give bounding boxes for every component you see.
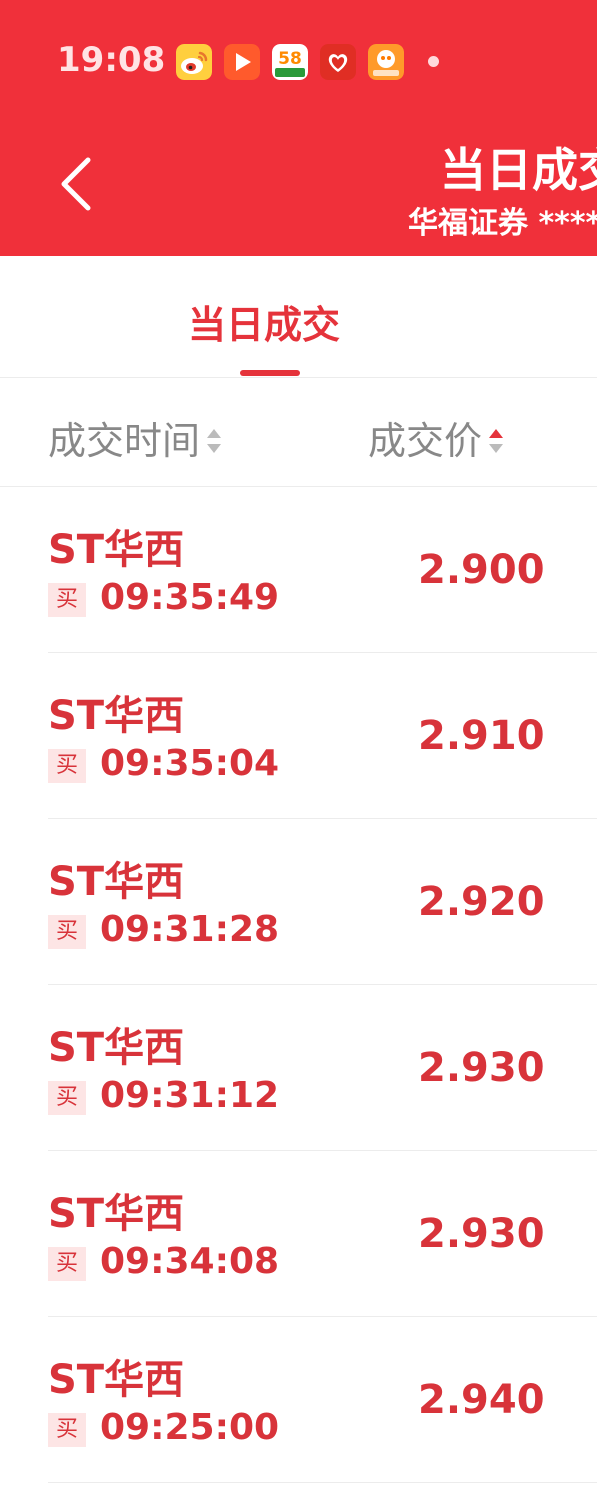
trade-side-badge: 买	[48, 1413, 86, 1447]
trade-time: 09:35:49	[100, 577, 280, 618]
video-player-app-icon	[224, 44, 260, 80]
trade-row[interactable]: ST华西 买 09:31:12 2.930	[48, 985, 597, 1151]
trade-time: 09:25:00	[100, 1407, 280, 1448]
stock-name: ST华西	[48, 527, 185, 573]
notification-dot	[428, 56, 439, 67]
column-header-trade-time-label: 成交时间	[48, 419, 201, 463]
pinduoduo-app-icon	[320, 44, 356, 80]
trade-side-badge: 买	[48, 1247, 86, 1281]
column-header-trade-price-label: 成交价	[368, 419, 483, 463]
stock-name: ST华西	[48, 693, 185, 739]
sort-neutral-icon	[207, 428, 222, 453]
trade-row[interactable]: ST华西 买 09:35:49 2.900	[48, 487, 597, 653]
chevron-left-icon	[61, 157, 91, 211]
status-time: 19:08	[57, 40, 166, 80]
trade-price: 2.930	[418, 1045, 545, 1091]
header-bar: 19:08 58 当日成 华福证券 ****	[0, 0, 597, 256]
svg-text:58: 58	[278, 49, 302, 69]
trade-time: 09:34:08	[100, 1241, 280, 1282]
trade-price: 2.920	[418, 879, 545, 925]
tab-bar: 当日成交	[0, 256, 597, 378]
trade-side-badge: 买	[48, 583, 86, 617]
trade-row[interactable]: ST华西 买 09:34:08 2.930	[48, 1151, 597, 1317]
page-title: 当日成交	[440, 143, 597, 197]
trade-price: 2.930	[418, 1211, 545, 1257]
tab-todays-trades[interactable]: 当日成交	[188, 294, 340, 349]
stock-name: ST华西	[48, 1191, 185, 1237]
trade-row[interactable]: ST华西 买 09:31:28 2.920	[48, 819, 597, 985]
trade-side-badge: 买	[48, 915, 86, 949]
broker-account-subtitle: 华福证券 ****	[408, 206, 597, 241]
trade-price: 2.900	[418, 547, 545, 593]
column-header-trade-time[interactable]: 成交时间	[48, 410, 222, 465]
tab-active-indicator	[240, 370, 300, 376]
trade-time: 09:31:28	[100, 909, 280, 950]
trade-price: 2.910	[418, 713, 545, 759]
service-festival-app-icon	[368, 44, 404, 80]
trade-row[interactable]: ST华西 买 09:25:00 2.940	[48, 1317, 597, 1483]
trade-side-badge: 买	[48, 1081, 86, 1115]
trade-side-badge: 买	[48, 749, 86, 783]
trade-list: ST华西 买 09:35:49 2.900 ST华西 买 09:35:04 2.…	[48, 487, 597, 1483]
back-button[interactable]	[50, 150, 102, 218]
stock-name: ST华西	[48, 859, 185, 905]
58-app-icon: 58	[272, 44, 308, 80]
trade-time: 09:31:12	[100, 1075, 280, 1116]
stock-name: ST华西	[48, 1025, 185, 1071]
weibo-app-icon	[176, 44, 212, 80]
trade-row[interactable]: ST华西 买 09:35:04 2.910	[48, 653, 597, 819]
stock-name: ST华西	[48, 1357, 185, 1403]
sort-ascending-icon	[489, 428, 504, 453]
column-header-row: 成交时间 成交价	[0, 378, 597, 487]
trade-price: 2.940	[418, 1377, 545, 1423]
trade-time: 09:35:04	[100, 743, 280, 784]
column-header-trade-price[interactable]: 成交价	[368, 410, 504, 465]
